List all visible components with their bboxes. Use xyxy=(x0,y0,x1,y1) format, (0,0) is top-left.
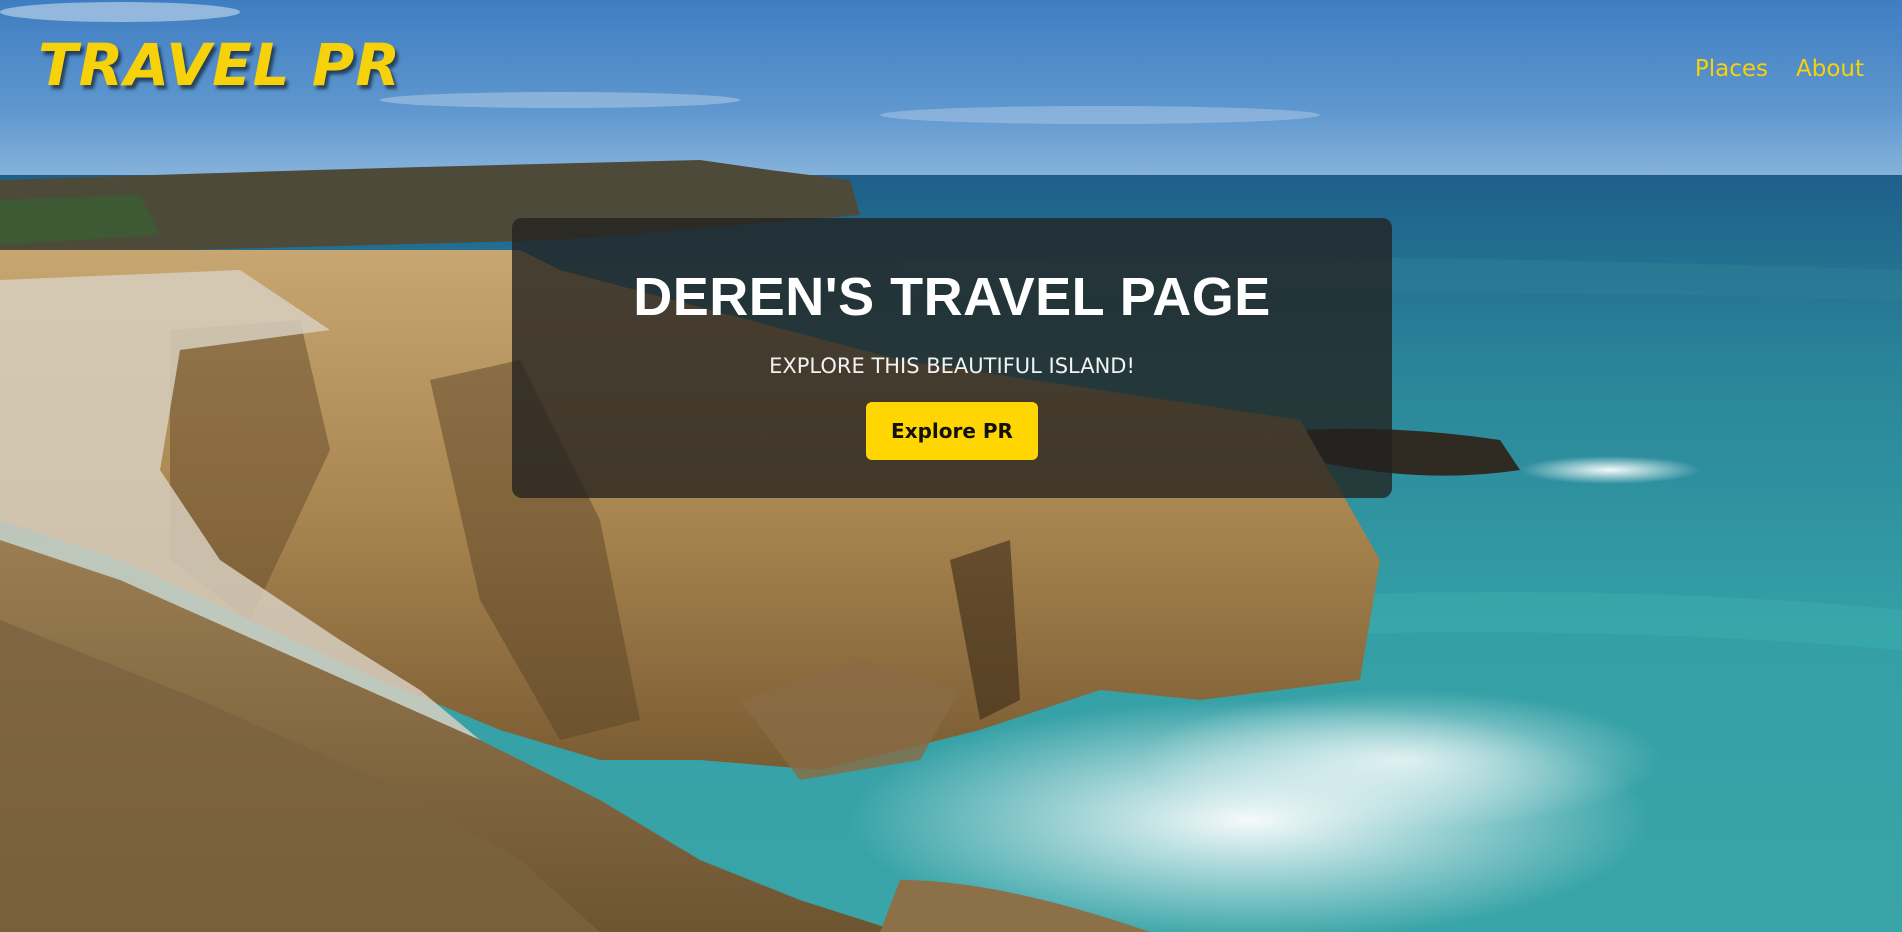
nav-link-about[interactable]: About xyxy=(1796,58,1864,81)
hero-overlay: DEREN'S TRAVEL PAGE EXPLORE THIS BEAUTIF… xyxy=(512,218,1392,498)
hero-title: DEREN'S TRAVEL PAGE xyxy=(633,267,1271,327)
hero-subtitle: EXPLORE THIS BEAUTIFUL ISLAND! xyxy=(769,354,1135,378)
explore-button[interactable]: Explore PR xyxy=(866,402,1038,460)
nav-links: Places About xyxy=(1695,58,1864,81)
navbar: TRAVEL PR Places About xyxy=(0,0,1902,140)
brand-logo[interactable]: TRAVEL PR xyxy=(38,36,401,94)
nav-link-places[interactable]: Places xyxy=(1695,58,1768,81)
